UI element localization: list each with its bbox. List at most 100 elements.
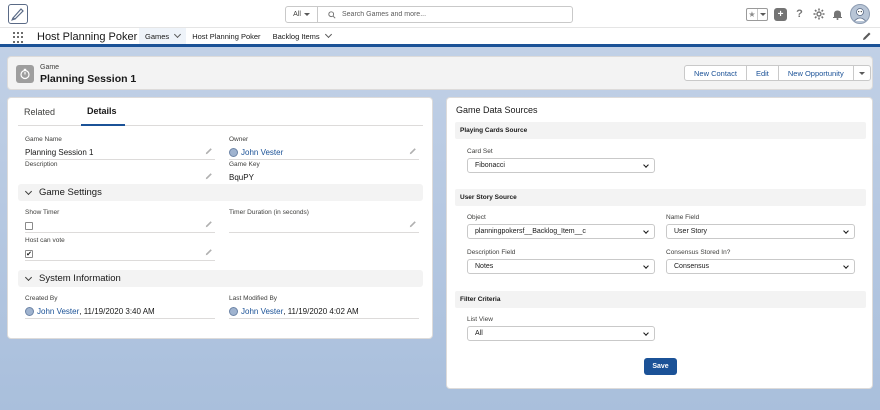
description-field-select[interactable]: Notes (467, 259, 655, 274)
search-icon (328, 10, 336, 19)
details-card: Related Details Game Name Planning Sessi… (7, 97, 433, 339)
field-value (229, 219, 419, 233)
app-nav-bar: Host Planning Poker Games Host Planning … (0, 28, 880, 47)
show-timer-field: Show Timer (25, 209, 215, 233)
timer-duration-field: Timer Duration (in seconds) (229, 209, 419, 233)
global-header: All ★ + ? (0, 0, 880, 28)
field-value: ✔ (25, 247, 215, 261)
field-value: John Vester , 11/19/2020 4:02 AM (229, 305, 419, 319)
bell-icon[interactable] (831, 8, 844, 21)
edit-button[interactable]: Edit (745, 65, 779, 81)
object-field: Object planningpokersf__Backlog_Item__c (467, 214, 655, 239)
select-value: User Story (674, 228, 708, 235)
section-title: Game Settings (39, 187, 102, 198)
owner-field: Owner John Vester (229, 136, 419, 160)
show-timer-checkbox (25, 221, 33, 230)
tab-related[interactable]: Related (18, 98, 63, 126)
chevron-down-icon (643, 263, 649, 269)
app-logo-icon[interactable] (8, 4, 28, 24)
section-game-settings[interactable]: Game Settings (18, 184, 423, 201)
field-label: Last Modified By (229, 295, 278, 302)
chevron-down-icon (643, 162, 649, 168)
section-system-information[interactable]: System Information (18, 270, 423, 287)
description-field-field: Description Field Notes (467, 249, 655, 274)
select-value: Fibonacci (475, 162, 505, 169)
gear-icon[interactable] (812, 8, 825, 21)
nav-tab-host-planning-poker[interactable]: Host Planning Poker (186, 28, 266, 44)
avatar[interactable] (850, 4, 870, 24)
pencil-icon[interactable] (409, 220, 417, 228)
playing-cards-source-header: Playing Cards Source (455, 122, 866, 139)
new-contact-button[interactable]: New Contact (684, 65, 747, 81)
chevron-down-icon (24, 187, 33, 195)
user-avatar-icon (229, 148, 238, 157)
field-value: Planning Session 1 (25, 146, 215, 160)
search-input[interactable] (342, 11, 562, 18)
field-label: Owner (229, 136, 249, 143)
pencil-icon[interactable] (205, 220, 213, 228)
game-data-sources-card: Game Data Sources Playing Cards Source C… (446, 97, 873, 389)
more-actions-button[interactable] (852, 65, 871, 81)
select-value: All (475, 330, 483, 337)
last-modified-by-field: Last Modified By John Vester , 11/19/202… (229, 295, 419, 319)
host-can-vote-checkbox: ✔ (25, 249, 33, 258)
field-label: Object (467, 214, 486, 221)
card-set-select[interactable]: Fibonacci (467, 158, 655, 173)
chevron-down-icon (843, 228, 849, 234)
field-label: Show Timer (25, 209, 60, 216)
field-label: Name Field (666, 214, 700, 221)
list-view-select[interactable]: All (467, 326, 655, 341)
game-record-icon (16, 65, 34, 83)
nav-tab-label: Host Planning Poker (192, 31, 261, 41)
search-scope-dropdown[interactable]: All (286, 7, 318, 22)
pencil-icon[interactable] (205, 172, 213, 180)
record-action-buttons: New Contact Edit New Opportunity (684, 65, 871, 81)
nav-tab-backlog-items[interactable]: Backlog Items (267, 28, 337, 44)
last-modified-by-user-link[interactable]: John Vester (241, 307, 283, 316)
field-value: John Vester , 11/19/2020 3:40 AM (25, 305, 215, 319)
consensus-stored-in-select[interactable]: Consensus (666, 259, 855, 274)
global-actions-plus-icon[interactable]: + (774, 7, 787, 21)
object-select[interactable]: planningpokersf__Backlog_Item__c (467, 224, 655, 239)
chevron-down-icon[interactable] (324, 30, 332, 39)
change-owner-icon[interactable] (409, 147, 417, 155)
select-value: planningpokersf__Backlog_Item__c (475, 228, 586, 235)
name-field-select[interactable]: User Story (666, 224, 855, 239)
chevron-down-icon (843, 263, 849, 269)
record-object-type: Game (40, 64, 60, 71)
save-button[interactable]: Save (644, 358, 677, 375)
chevron-down-icon (643, 330, 649, 336)
owner-link[interactable]: John Vester (241, 148, 283, 157)
game-name-field: Game Name Planning Session 1 (25, 136, 215, 160)
field-label: Card Set (467, 148, 493, 155)
name-field-field: Name Field User Story (666, 214, 855, 239)
game-name-value: Planning Session 1 (25, 148, 94, 157)
field-label: List View (467, 316, 493, 323)
caret-down-icon (303, 13, 310, 16)
caret-down-icon (759, 12, 766, 16)
global-search: All (285, 6, 573, 23)
favorites-button[interactable]: ★ (746, 7, 768, 21)
utility-icons: ★ + ? (746, 4, 870, 24)
help-icon[interactable]: ? (793, 8, 806, 21)
pencil-icon[interactable] (205, 248, 213, 256)
created-by-user-link[interactable]: John Vester (37, 307, 79, 316)
chevron-down-icon (24, 273, 33, 281)
chevron-down-icon (643, 228, 649, 234)
user-avatar-icon (25, 307, 34, 316)
edit-nav-pencil-icon[interactable] (862, 31, 872, 41)
card-set-field: Card Set Fibonacci (467, 148, 655, 173)
nav-tab-games[interactable]: Games (139, 28, 187, 47)
game-key-field: Game Key BquPY (229, 161, 419, 185)
select-value: Notes (475, 263, 494, 270)
tab-details[interactable]: Details (81, 98, 125, 126)
section-title: System Information (39, 273, 121, 284)
chevron-down-icon[interactable] (174, 30, 182, 39)
pencil-icon[interactable] (205, 147, 213, 155)
field-value: BquPY (229, 171, 419, 185)
new-opportunity-button[interactable]: New Opportunity (777, 65, 854, 81)
list-view-field: List View All (467, 316, 655, 341)
app-name: Host Planning Poker (37, 31, 138, 43)
app-launcher-icon[interactable] (13, 32, 25, 43)
host-can-vote-field: Host can vote ✔ (25, 237, 215, 261)
